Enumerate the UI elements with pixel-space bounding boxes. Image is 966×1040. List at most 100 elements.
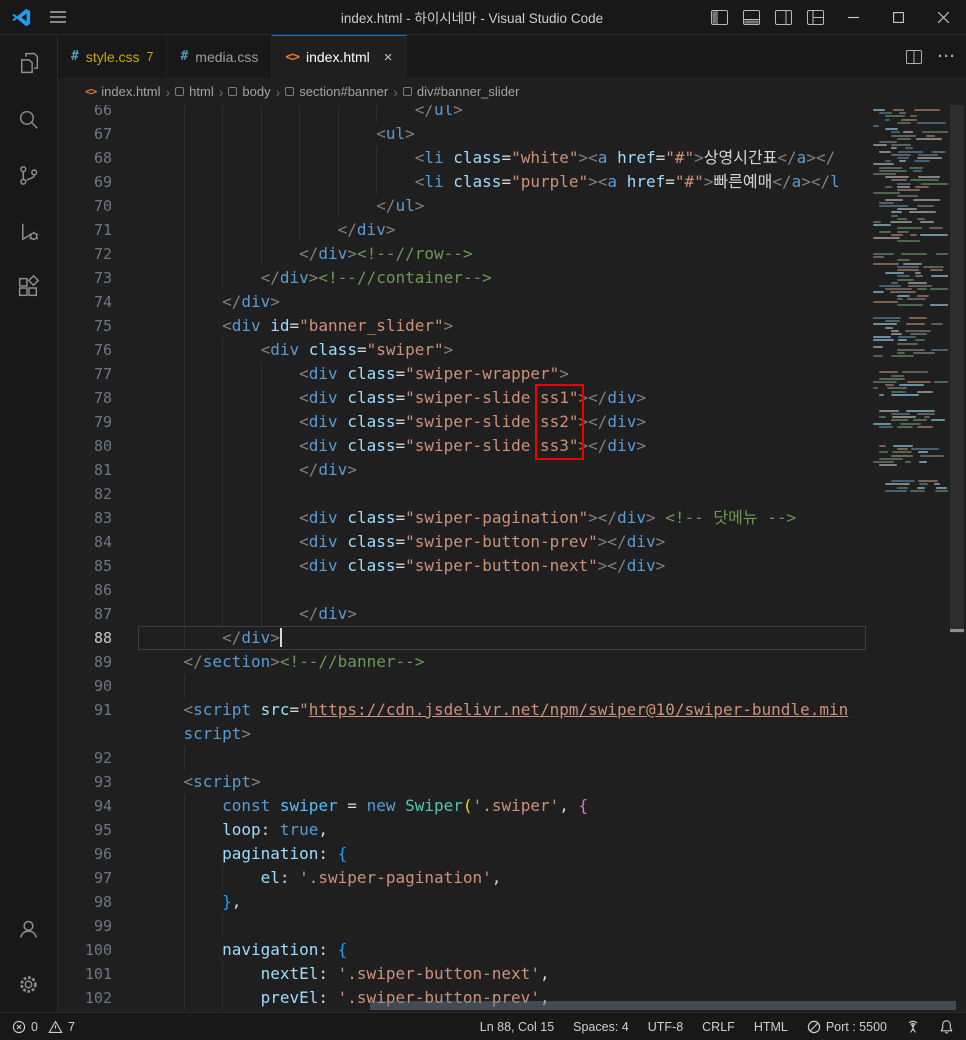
toggle-panel-icon[interactable] [736,0,768,35]
code-token: > [405,124,415,143]
code-line[interactable]: <div class="swiper-slide ss3"></div> [58,434,870,458]
code-line[interactable]: <ul> [58,122,870,146]
minimap-line [891,480,915,483]
cursor-position[interactable]: Ln 88, Col 15 [480,1020,554,1034]
breadcrumb-div-banner-slider[interactable]: div#banner_slider [402,84,519,99]
code-line[interactable]: </div><!--//container--> [58,266,870,290]
code-line[interactable]: </ul> [58,194,870,218]
extensions-icon[interactable] [0,259,58,315]
minimap-line [917,217,926,220]
tab-media-css[interactable]: # media.css [167,35,273,78]
code-line[interactable]: <div class="swiper-wrapper"> [58,362,870,386]
code-editor[interactable]: 66 67 68 69 70 71 72 73 74 75 76 77 78 79 80 81 82 83 84 85… [58,105,966,1012]
minimap-line [917,425,933,428]
code-text: <script> [145,770,261,794]
code-line[interactable]: </div><!--//row--> [58,242,870,266]
code-token: ul [385,124,406,143]
code-token: > [241,724,251,743]
minimap-line [873,237,901,239]
minimap[interactable] [870,105,948,1012]
code-line[interactable]: script> [58,722,870,746]
code-token: : [260,820,280,839]
code-line[interactable]: </div> [58,626,870,650]
code-line[interactable]: </div> [58,602,870,626]
code-line[interactable]: <div class="swiper-button-prev"></div> [58,530,870,554]
code-line[interactable] [58,578,870,602]
code-line[interactable]: </section><!--//banner--> [58,650,870,674]
maximize-button[interactable] [876,0,921,35]
horizontal-scrollbar-thumb[interactable] [370,1001,956,1010]
code-line[interactable]: </div> [58,290,870,314]
tab-style-css[interactable]: # style.css 7 [58,35,168,78]
minimap-line [873,387,879,390]
code-line[interactable] [58,482,870,506]
tab-index-html[interactable]: <> index.html × [272,35,407,78]
minimap-line [915,185,930,188]
minimap-line [879,371,898,374]
source-control-icon[interactable] [0,147,58,203]
breadcrumb-body[interactable]: body [228,84,271,99]
minimap-line [885,384,894,387]
code-line[interactable]: <div class="swiper"> [58,338,870,362]
toggle-primary-sidebar-icon[interactable] [704,0,736,35]
breadcrumb-html[interactable]: html [175,84,214,99]
code-line[interactable]: pagination: { [58,842,870,866]
code-line[interactable]: const swiper = new Swiper('.swiper', { [58,794,870,818]
close-window-button[interactable] [921,0,966,35]
customize-layout-icon[interactable] [800,0,832,35]
code-token: "swiper" [366,340,444,359]
split-editor-icon[interactable] [906,49,922,64]
code-token: < [299,412,309,431]
toggle-secondary-sidebar-icon[interactable] [768,0,800,35]
vertical-scrollbar[interactable] [948,105,966,1012]
code-line[interactable]: <div id="banner_slider"> [58,314,870,338]
code-line[interactable] [58,914,870,938]
notifications-bell-icon[interactable] [939,1019,954,1034]
eol-setting[interactable]: CRLF [702,1020,735,1034]
code-line[interactable]: </div> [58,458,870,482]
minimap-line [897,265,919,268]
code-line[interactable]: }, [58,890,870,914]
code-line[interactable]: navigation: { [58,938,870,962]
vertical-scrollbar-thumb[interactable] [950,105,964,633]
code-line[interactable]: </ul> [58,105,870,122]
more-actions-icon[interactable]: ··· [938,48,956,65]
problems-indicator[interactable]: 0 7 [12,1020,75,1034]
code-token: https://cdn.jsdelivr.net/npm/swiper@10/s… [308,700,849,719]
minimap-line [891,233,903,236]
code-line[interactable]: </div> [58,218,870,242]
code-line[interactable]: <script src="https://cdn.jsdelivr.net/np… [58,698,870,722]
settings-gear-icon[interactable] [0,956,58,1012]
minimap-line [930,349,948,351]
explorer-icon[interactable] [0,35,58,91]
breadcrumb-section-banner[interactable]: section#banner [285,84,388,99]
minimize-button[interactable] [832,0,877,35]
accounts-icon[interactable] [0,900,58,956]
code-line[interactable]: loop: true, [58,818,870,842]
encoding-setting[interactable]: UTF-8 [648,1020,683,1034]
search-icon[interactable] [0,91,58,147]
language-mode[interactable]: HTML [754,1020,788,1034]
code-line[interactable]: <div class="swiper-slide ss2"></div> [58,410,870,434]
code-token: > [588,508,598,527]
code-line[interactable]: <div class="swiper-slide ss1"></div> [58,386,870,410]
code-line[interactable] [58,674,870,698]
close-tab-icon[interactable]: × [384,49,393,66]
code-line[interactable] [58,746,870,770]
code-line[interactable]: <li class="purple"><a href="#">빠른예매</a><… [58,170,870,194]
code-line[interactable]: <div class="swiper-pagination"></div> <!… [58,506,870,530]
menu-icon[interactable] [50,0,66,35]
code-line[interactable]: <li class="white"><a href="#">상영시간표</a><… [58,146,870,170]
code-token: el [260,868,280,887]
code-line[interactable]: <div class="swiper-button-next"></div> [58,554,870,578]
indentation-setting[interactable]: Spaces: 4 [573,1020,629,1034]
code-line[interactable]: nextEl: '.swiper-button-next', [58,962,870,986]
breadcrumb-file[interactable]: <> index.html [85,84,161,99]
radio-tower-icon[interactable] [906,1020,920,1034]
live-server-port[interactable]: Port : 5500 [807,1020,887,1034]
code-line[interactable]: <script> [58,770,870,794]
code-text: <div class="swiper"> [145,338,454,362]
code-line[interactable]: el: '.swiper-pagination', [58,866,870,890]
run-debug-icon[interactable] [0,203,58,259]
